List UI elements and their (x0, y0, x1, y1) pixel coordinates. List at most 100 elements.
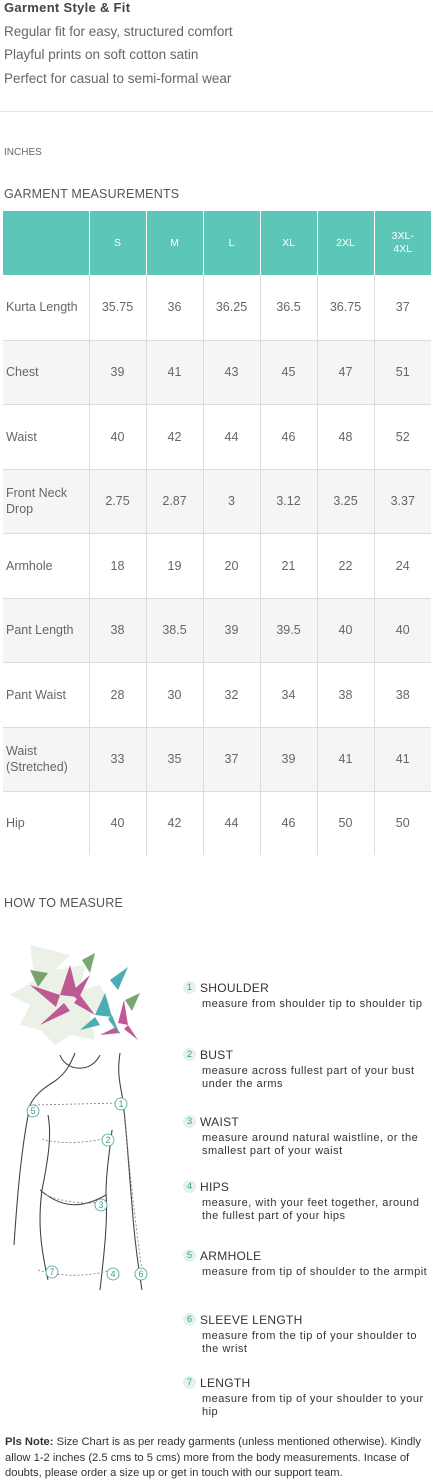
table-row: Pant Length 38 38.5 39 39.5 40 40 (3, 598, 431, 663)
cell: 42 (146, 404, 204, 470)
cell: 51 (374, 340, 431, 405)
row-label: Front Neck Drop (3, 469, 90, 534)
cell: 32 (203, 662, 261, 728)
svg-text:5: 5 (30, 1106, 35, 1116)
size-chart-table: S M L XL 2XL 3XL-4XL Kurta Length 35.75 … (3, 211, 431, 855)
step-number-badge: 2 (183, 1048, 196, 1062)
cell: 52 (374, 404, 431, 470)
cell: 45 (260, 340, 318, 405)
size-header-corner (3, 211, 90, 275)
cell: 46 (260, 404, 318, 470)
cell: 37 (374, 275, 431, 341)
row-label: Pant Waist (3, 662, 90, 728)
cell: 39 (260, 727, 318, 792)
cell: 22 (317, 533, 375, 599)
step-title: WAIST (200, 1114, 240, 1129)
svg-text:7: 7 (49, 1267, 54, 1277)
table-row: Hip 40 42 44 46 50 50 (3, 791, 431, 855)
cell: 38 (374, 662, 431, 728)
row-label: Armhole (3, 533, 90, 599)
size-header: M (146, 211, 204, 275)
svg-text:6: 6 (138, 1269, 143, 1279)
measure-step: 6 SLEEVE LENGTH measure from the tip of y… (183, 1311, 432, 1356)
cell: 41 (146, 340, 204, 405)
cell: 44 (203, 404, 261, 470)
row-label: Kurta Length (3, 275, 90, 341)
row-label: Pant Length (3, 598, 90, 663)
cell: 38.5 (146, 598, 204, 663)
cell: 34 (260, 662, 318, 728)
cell: 28 (89, 662, 147, 728)
step-title: BUST (200, 1047, 234, 1062)
row-label: Waist (3, 404, 90, 470)
cell: 35 (146, 727, 204, 792)
row-label: Hip (3, 791, 90, 855)
measure-step: 1 SHOULDER measure from shoulder tip to s… (183, 979, 432, 1011)
cell: 36.5 (260, 275, 318, 341)
cell: 2.75 (89, 469, 147, 534)
size-chart-note: Pls Note: Size Chart is as per ready gar… (5, 1435, 433, 1482)
table-row: Chest 39 41 43 45 47 51 (3, 340, 431, 405)
cell: 33 (89, 727, 147, 792)
measure-step: 7 LENGTH measure from tip of your shoulde… (183, 1374, 432, 1419)
measuring-figure-illustration: 1 2 3 4 5 6 7 (10, 945, 148, 1291)
measure-step: 4 HIPS measure, with your feet together, … (183, 1178, 432, 1223)
step-number-badge: 5 (183, 1249, 196, 1263)
step-title: ARMHOLE (200, 1248, 262, 1263)
size-header-row: S M L XL 2XL 3XL-4XL (3, 211, 431, 275)
table-row: Waist 40 42 44 46 48 52 (3, 404, 431, 470)
size-header: S (89, 211, 147, 275)
table-row: Pant Waist 28 30 32 34 38 38 (3, 662, 431, 728)
step-description: measure across fullest part of your bust… (202, 1065, 415, 1090)
cell: 37 (203, 727, 261, 792)
units-label: INCHES (4, 147, 42, 158)
cell: 40 (89, 791, 147, 855)
step-number-badge: 1 (183, 981, 196, 995)
cell: 40 (317, 598, 375, 663)
svg-text:2: 2 (105, 1135, 110, 1145)
row-label: Waist (Stretched) (3, 727, 90, 792)
garment-style-heading: Garment Style & Fit (4, 0, 131, 15)
table-row: Waist (Stretched) 33 35 37 39 41 41 (3, 727, 431, 792)
step-title: SHOULDER (200, 980, 270, 995)
row-label: Chest (3, 340, 90, 405)
cell: 20 (203, 533, 261, 599)
svg-text:4: 4 (110, 1269, 115, 1279)
size-header: L (203, 211, 261, 275)
cell: 19 (146, 533, 204, 599)
measurements-heading: GARMENT MEASUREMENTS (4, 187, 180, 201)
note-text: Size Chart is as per ready garments (unl… (5, 1436, 421, 1479)
svg-text:3: 3 (98, 1200, 103, 1210)
cell: 36 (146, 275, 204, 341)
step-description: measure from tip of your shoulder to you… (202, 1393, 424, 1418)
cell: 41 (374, 727, 431, 792)
cell: 50 (317, 791, 375, 855)
cell: 3.25 (317, 469, 375, 534)
cell: 3.12 (260, 469, 318, 534)
step-number-badge: 6 (183, 1313, 196, 1327)
size-header: XL (260, 211, 318, 275)
cell: 41 (317, 727, 375, 792)
cell: 48 (317, 404, 375, 470)
step-number-badge: 4 (183, 1180, 196, 1194)
cell: 46 (260, 791, 318, 855)
feature-line-1: Regular fit for easy, structured comfort (4, 24, 233, 39)
cell: 39 (89, 340, 147, 405)
section-divider (0, 111, 433, 112)
cell: 42 (146, 791, 204, 855)
cell: 50 (374, 791, 431, 855)
size-header: 2XL (317, 211, 375, 275)
step-title: LENGTH (200, 1375, 251, 1390)
cell: 35.75 (89, 275, 147, 341)
cell: 2.87 (146, 469, 204, 534)
cell: 18 (89, 533, 147, 599)
step-title: HIPS (200, 1179, 230, 1194)
step-description: measure, with your feet together, around… (202, 1197, 420, 1222)
cell: 21 (260, 533, 318, 599)
feature-line-2: Playful prints on soft cotton satin (4, 47, 199, 62)
cell: 44 (203, 791, 261, 855)
cell: 43 (203, 340, 261, 405)
cell: 3.37 (374, 469, 431, 534)
cell: 40 (89, 404, 147, 470)
how-to-measure-heading: HOW TO MEASURE (4, 896, 124, 910)
